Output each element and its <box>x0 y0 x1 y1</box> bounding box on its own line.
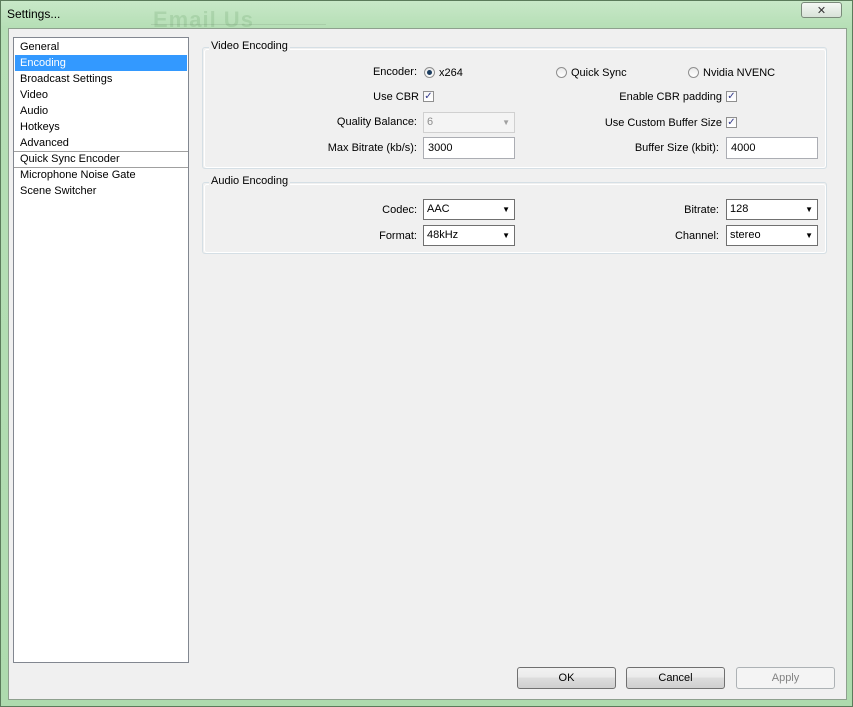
close-icon: ✕ <box>816 4 827 17</box>
dialog-client-area: General Encoding Broadcast Settings Vide… <box>8 28 847 700</box>
video-encoding-group: Video Encoding Encoder: x264 Quick Sync … <box>202 40 827 169</box>
check-icon: ✓ <box>727 117 736 128</box>
format-label: Format: <box>379 230 417 242</box>
buffer-size-input[interactable]: 4000 <box>726 137 818 159</box>
channel-label: Channel: <box>674 230 719 242</box>
check-icon: ✓ <box>727 91 736 102</box>
title-bar[interactable]: Email Us Settings... ✕ <box>1 1 853 32</box>
check-icon: ✓ <box>424 91 433 102</box>
channel-dropdown[interactable]: stereo ▼ <box>726 225 818 246</box>
sidebar-item-hotkeys[interactable]: Hotkeys <box>15 119 187 135</box>
sidebar-item-scene-switcher[interactable]: Scene Switcher <box>15 183 187 199</box>
custom-buffer-checkbox[interactable]: ✓ <box>726 117 737 128</box>
custom-buffer-label: Use Custom Buffer Size <box>604 117 722 129</box>
sidebar-item-general[interactable]: General <box>15 39 187 55</box>
close-button[interactable]: ✕ <box>801 2 842 18</box>
bitrate-dropdown[interactable]: 128 ▼ <box>726 199 818 220</box>
background-divider <box>151 24 326 25</box>
sidebar-item-quick-sync-encoder[interactable]: Quick Sync Encoder <box>15 151 187 167</box>
encoder-nvenc-radio[interactable] <box>688 67 699 78</box>
encoder-x264-radio[interactable] <box>424 67 435 78</box>
encoder-nvenc-label[interactable]: Nvidia NVENC <box>703 65 775 81</box>
chevron-down-icon: ▼ <box>502 118 510 127</box>
channel-value: stereo <box>730 229 761 241</box>
chevron-down-icon: ▼ <box>502 231 510 240</box>
sidebar-item-microphone-noise-gate[interactable]: Microphone Noise Gate <box>15 167 187 183</box>
sidebar-item-encoding[interactable]: Encoding <box>15 55 187 71</box>
format-value: 48kHz <box>427 229 459 241</box>
sidebar-item-broadcast-settings[interactable]: Broadcast Settings <box>15 71 187 87</box>
encoder-x264-label[interactable]: x264 <box>439 65 463 81</box>
apply-button[interactable]: Apply <box>736 667 835 689</box>
buffer-size-label: Buffer Size (kbit): <box>634 142 719 154</box>
settings-category-list[interactable]: General Encoding Broadcast Settings Vide… <box>13 37 189 663</box>
encoder-label: Encoder: <box>372 66 417 78</box>
audio-encoding-title: Audio Encoding <box>209 175 291 187</box>
quality-balance-label: Quality Balance: <box>336 116 417 128</box>
video-encoding-title: Video Encoding <box>209 40 290 52</box>
format-dropdown[interactable]: 48kHz ▼ <box>423 225 515 246</box>
codec-dropdown[interactable]: AAC ▼ <box>423 199 515 220</box>
chevron-down-icon: ▼ <box>502 205 510 214</box>
sidebar-item-video[interactable]: Video <box>15 87 187 103</box>
codec-label: Codec: <box>382 204 417 216</box>
quality-balance-dropdown[interactable]: 6 ▼ <box>423 112 515 133</box>
encoder-quick-sync-label[interactable]: Quick Sync <box>571 65 627 81</box>
cancel-button[interactable]: Cancel <box>626 667 725 689</box>
sidebar-item-audio[interactable]: Audio <box>15 103 187 119</box>
max-bitrate-input[interactable]: 3000 <box>423 137 515 159</box>
settings-window: Email Us Settings... ✕ General Encoding … <box>0 0 853 707</box>
ok-button[interactable]: OK <box>517 667 616 689</box>
window-title: Settings... <box>7 7 61 21</box>
encoder-quick-sync-radio[interactable] <box>556 67 567 78</box>
cbr-padding-label: Enable CBR padding <box>619 91 722 103</box>
quality-balance-value: 6 <box>427 116 434 128</box>
sidebar-item-advanced[interactable]: Advanced <box>15 135 187 151</box>
use-cbr-checkbox[interactable]: ✓ <box>423 91 434 102</box>
chevron-down-icon: ▼ <box>805 231 813 240</box>
max-bitrate-label: Max Bitrate (kb/s): <box>327 142 417 154</box>
codec-value: AAC <box>427 203 450 215</box>
cbr-padding-checkbox[interactable]: ✓ <box>726 91 737 102</box>
bitrate-value: 128 <box>730 203 749 215</box>
chevron-down-icon: ▼ <box>805 205 813 214</box>
use-cbr-label: Use CBR <box>373 91 419 103</box>
bitrate-label: Bitrate: <box>684 204 719 216</box>
audio-encoding-group: Audio Encoding Codec: AAC ▼ Bitrate: 128… <box>202 175 827 254</box>
